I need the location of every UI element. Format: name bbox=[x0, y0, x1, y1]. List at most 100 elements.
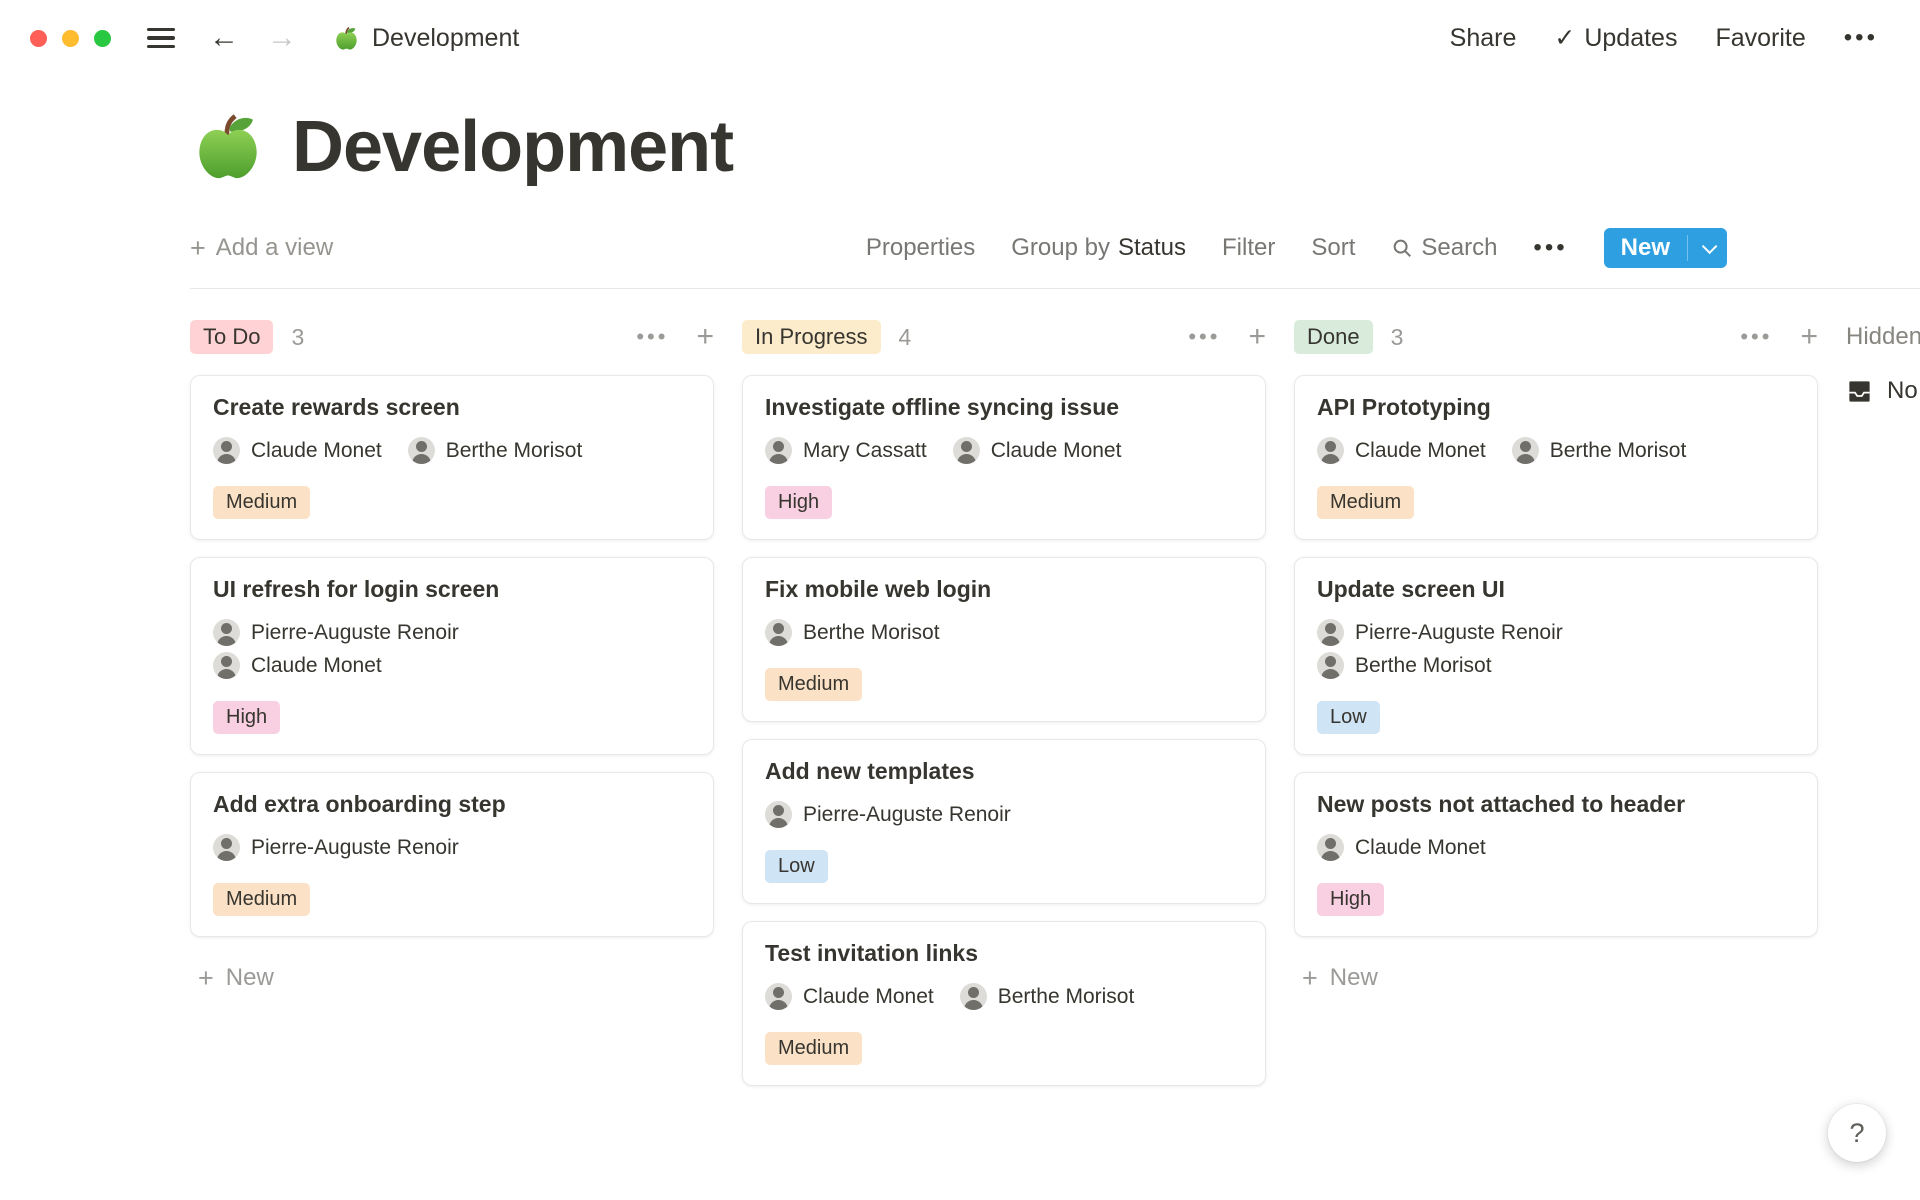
breadcrumb-title: Development bbox=[372, 24, 519, 53]
card[interactable]: Add new templates Pierre-Auguste Renoir … bbox=[742, 739, 1266, 904]
card-title: Investigate offline syncing issue bbox=[765, 394, 1243, 421]
hidden-columns-section: Hidden columns No Status bbox=[1846, 315, 1920, 405]
search-icon bbox=[1391, 237, 1413, 259]
add-card-button[interactable]: + New bbox=[1294, 954, 1818, 1002]
column-header: Done 3 ••• + bbox=[1294, 315, 1818, 359]
card[interactable]: Create rewards screen Claude Monet Berth… bbox=[190, 375, 714, 540]
plus-icon: + bbox=[1302, 965, 1318, 992]
add-view-button[interactable]: + Add a view bbox=[190, 233, 333, 264]
card[interactable]: Fix mobile web login Berthe Morisot Medi… bbox=[742, 557, 1266, 722]
column-add-icon[interactable]: + bbox=[1800, 322, 1818, 352]
assignee-name: Claude Monet bbox=[1355, 439, 1486, 463]
assignee: Mary Cassatt bbox=[765, 437, 927, 464]
check-icon: ✓ bbox=[1554, 23, 1575, 53]
card[interactable]: Investigate offline syncing issue Mary C… bbox=[742, 375, 1266, 540]
card[interactable]: Test invitation links Claude Monet Berth… bbox=[742, 921, 1266, 1086]
hidden-column-name: No Status bbox=[1887, 377, 1920, 405]
close-window-button[interactable] bbox=[30, 30, 47, 47]
search-button[interactable]: Search bbox=[1391, 234, 1497, 262]
avatar bbox=[765, 619, 792, 646]
add-card-label: New bbox=[1330, 964, 1378, 992]
properties-button[interactable]: Properties bbox=[866, 234, 975, 262]
avatar bbox=[1317, 619, 1344, 646]
assignee: Pierre-Auguste Renoir bbox=[765, 801, 1011, 828]
group-by-value: Status bbox=[1118, 234, 1186, 262]
assignee-name: Pierre-Auguste Renoir bbox=[803, 803, 1011, 827]
column-more-icon[interactable]: ••• bbox=[1740, 324, 1772, 350]
chevron-down-icon[interactable] bbox=[1688, 228, 1727, 268]
card-title: Add new templates bbox=[765, 758, 1243, 785]
help-button[interactable]: ? bbox=[1828, 1104, 1886, 1162]
page-icon[interactable] bbox=[190, 109, 266, 185]
assignee-row: Claude Monet Berthe Morisot bbox=[1317, 437, 1795, 464]
avatar bbox=[213, 652, 240, 679]
updates-label: Updates bbox=[1584, 24, 1677, 53]
assignee-name: Pierre-Auguste Renoir bbox=[251, 621, 459, 645]
column-status-badge[interactable]: To Do bbox=[190, 320, 273, 354]
new-button-label: New bbox=[1604, 228, 1687, 268]
avatar bbox=[213, 437, 240, 464]
hidden-column-no-status[interactable]: No Status bbox=[1846, 377, 1920, 405]
assignee-row: Claude Monet Berthe Morisot bbox=[213, 437, 691, 464]
card[interactable]: API Prototyping Claude Monet Berthe Mori… bbox=[1294, 375, 1818, 540]
assignee-row: Mary Cassatt Claude Monet bbox=[765, 437, 1243, 464]
new-button[interactable]: New bbox=[1604, 228, 1727, 268]
kanban-board: To Do 3 ••• + Create rewards screen Clau… bbox=[0, 289, 1920, 1173]
assignee: Claude Monet bbox=[213, 652, 382, 679]
more-icon[interactable]: ••• bbox=[1844, 24, 1878, 52]
group-by-button[interactable]: Group by Status bbox=[1011, 234, 1186, 262]
sidebar-menu-icon[interactable] bbox=[147, 28, 175, 49]
avatar bbox=[765, 437, 792, 464]
updates-button[interactable]: ✓ Updates bbox=[1554, 23, 1677, 53]
assignee-name: Pierre-Auguste Renoir bbox=[251, 836, 459, 860]
avatar bbox=[1317, 437, 1344, 464]
add-card-button[interactable]: + New bbox=[190, 954, 714, 1002]
assignee-name: Mary Cassatt bbox=[803, 439, 927, 463]
assignee: Berthe Morisot bbox=[1512, 437, 1687, 464]
share-button[interactable]: Share bbox=[1450, 24, 1517, 53]
assignee-row: Claude Monet Berthe Morisot bbox=[765, 983, 1243, 1010]
column-add-icon[interactable]: + bbox=[1248, 322, 1266, 352]
card-title: Create rewards screen bbox=[213, 394, 691, 421]
assignee: Pierre-Auguste Renoir bbox=[213, 834, 459, 861]
card[interactable]: New posts not attached to header Claude … bbox=[1294, 772, 1818, 937]
column-more-icon[interactable]: ••• bbox=[636, 324, 668, 350]
assignee: Pierre-Auguste Renoir bbox=[213, 619, 459, 646]
search-label: Search bbox=[1421, 234, 1497, 262]
card[interactable]: UI refresh for login screen Pierre-Augus… bbox=[190, 557, 714, 755]
filter-button[interactable]: Filter bbox=[1222, 234, 1275, 262]
column-more-icon[interactable]: ••• bbox=[1188, 324, 1220, 350]
view-toolbar: + Add a view Properties Group by Status … bbox=[190, 228, 1727, 268]
plus-icon: + bbox=[198, 965, 214, 992]
card[interactable]: Add extra onboarding step Pierre-Auguste… bbox=[190, 772, 714, 937]
assignee-name: Berthe Morisot bbox=[998, 985, 1135, 1009]
back-icon[interactable]: ← bbox=[209, 23, 239, 53]
column-in-progress: In Progress 4 ••• + Investigate offline … bbox=[742, 315, 1266, 1103]
column-header: To Do 3 ••• + bbox=[190, 315, 714, 359]
add-view-label: Add a view bbox=[216, 234, 333, 262]
card[interactable]: Update screen UI Pierre-Auguste Renoir B… bbox=[1294, 557, 1818, 755]
hidden-columns-label[interactable]: Hidden columns bbox=[1846, 315, 1920, 359]
page-title[interactable]: Development bbox=[292, 106, 733, 188]
assignee: Claude Monet bbox=[765, 983, 934, 1010]
forward-icon[interactable]: → bbox=[267, 23, 297, 53]
window-controls bbox=[30, 30, 111, 47]
favorite-button[interactable]: Favorite bbox=[1715, 24, 1805, 53]
assignee-row: Pierre-Auguste Renoir bbox=[213, 834, 691, 861]
minimize-window-button[interactable] bbox=[62, 30, 79, 47]
breadcrumb[interactable]: Development bbox=[333, 24, 519, 53]
column-count: 3 bbox=[291, 324, 304, 351]
assignee-row: Pierre-Auguste Renoir bbox=[213, 619, 691, 646]
avatar bbox=[960, 983, 987, 1010]
column-status-badge[interactable]: In Progress bbox=[742, 320, 881, 354]
assignee-row: Pierre-Auguste Renoir bbox=[1317, 619, 1795, 646]
toolbar-more-icon[interactable]: ••• bbox=[1533, 234, 1567, 262]
column-add-icon[interactable]: + bbox=[696, 322, 714, 352]
assignee: Berthe Morisot bbox=[960, 983, 1135, 1010]
priority-badge: Low bbox=[765, 850, 828, 883]
zoom-window-button[interactable] bbox=[94, 30, 111, 47]
priority-badge: Medium bbox=[213, 883, 310, 916]
sort-button[interactable]: Sort bbox=[1311, 234, 1355, 262]
column-status-badge[interactable]: Done bbox=[1294, 320, 1373, 354]
assignee-row: Pierre-Auguste Renoir bbox=[765, 801, 1243, 828]
